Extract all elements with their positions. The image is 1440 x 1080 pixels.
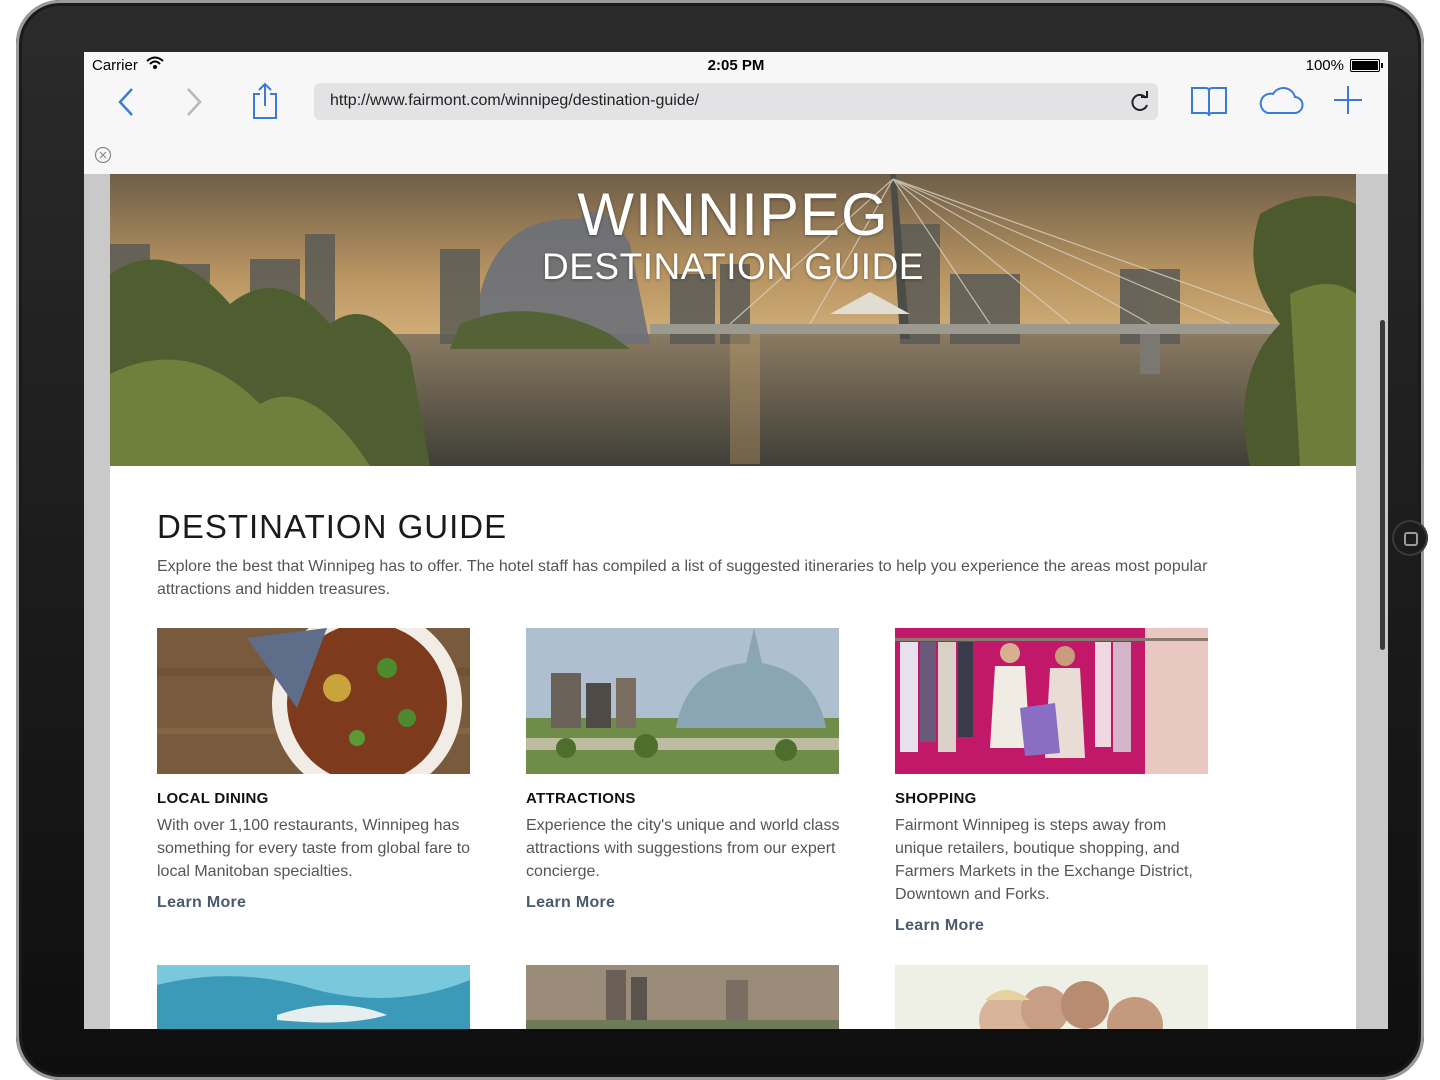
close-banner-icon[interactable] (94, 146, 112, 164)
url-text[interactable]: http://www.fairmont.com/winnipeg/destina… (330, 92, 699, 110)
address-bar[interactable]: http://www.fairmont.com/winnipeg/destina… (314, 83, 1158, 120)
card-title: SHOPPING (895, 790, 977, 807)
status-time: 2:05 PM (707, 57, 765, 74)
tablet-screen: Carrier 2:05 PM 100% http://www.fairmont… (84, 52, 1388, 1029)
forward-icon[interactable] (182, 86, 206, 118)
aquarium-thumbnail[interactable] (157, 965, 470, 1029)
shopping-image[interactable] (895, 628, 1208, 774)
bookmarks-icon[interactable] (1190, 84, 1228, 118)
home-button[interactable] (1392, 520, 1428, 556)
reload-icon[interactable] (1130, 91, 1150, 113)
attractions-image[interactable] (526, 628, 839, 774)
battery-percent: 100% (1305, 57, 1344, 74)
city-aerial-thumbnail[interactable] (526, 965, 839, 1029)
share-icon[interactable] (250, 82, 280, 120)
battery-icon (1350, 59, 1383, 72)
learn-more-link[interactable]: Learn More (895, 917, 984, 935)
learn-more-link[interactable]: Learn More (157, 894, 246, 912)
status-bar: Carrier 2:05 PM 100% (84, 52, 1388, 78)
hero-banner: WINNIPEG DESTINATION GUIDE (110, 174, 1356, 466)
back-icon[interactable] (114, 86, 138, 118)
page-scrollbar[interactable] (1380, 320, 1385, 650)
card-description: Fairmont Winnipeg is steps away from uni… (895, 817, 1193, 903)
intro-text: Explore the best that Winnipeg has to of… (157, 558, 1208, 598)
family-thumbnail[interactable] (895, 965, 1208, 1029)
tablet-frame: Carrier 2:05 PM 100% http://www.fairmont… (16, 0, 1428, 1080)
add-tab-icon[interactable] (1332, 84, 1364, 116)
cloud-icon[interactable] (1258, 86, 1304, 116)
hero-title: WINNIPEG (577, 181, 889, 248)
card-title: LOCAL DINING (157, 790, 269, 807)
learn-more-link[interactable]: Learn More (526, 894, 615, 912)
card-description: With over 1,100 restaurants, Winnipeg ha… (157, 817, 471, 880)
web-page: WINNIPEG DESTINATION GUIDE DESTINATION G… (110, 174, 1356, 1029)
card-title: ATTRACTIONS (526, 790, 636, 807)
page-title: DESTINATION GUIDE (157, 508, 508, 545)
hero-subtitle: DESTINATION GUIDE (542, 246, 924, 287)
browser-toolbar: http://www.fairmont.com/winnipeg/destina… (84, 78, 1388, 174)
card-description: Experience the city's unique and world c… (526, 817, 840, 880)
dining-image[interactable] (157, 628, 470, 774)
